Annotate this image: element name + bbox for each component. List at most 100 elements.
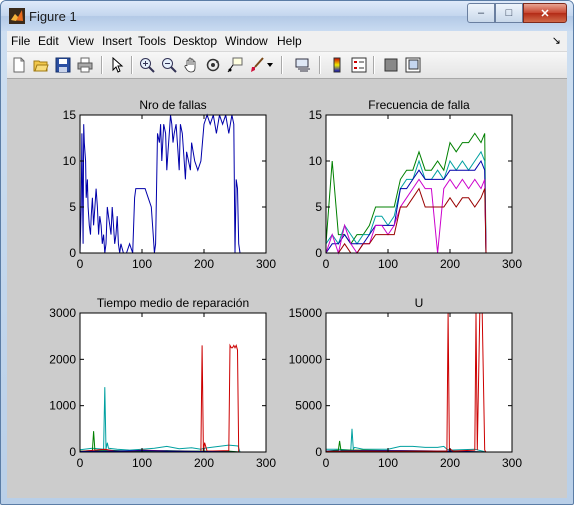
x-tick-label: 300 (502, 456, 522, 470)
chevron-down-icon (267, 63, 273, 67)
subplot-title: Frecuencia de falla (368, 98, 470, 112)
brush-button[interactable] (247, 55, 267, 75)
brush-icon (251, 57, 264, 72)
figure-toolbar (7, 52, 567, 79)
toolbar-separator (101, 56, 103, 74)
figure-window: Figure 1 – □ ✕ File Edit View Insert Too… (0, 0, 574, 505)
insert-legend-button[interactable] (349, 55, 369, 75)
title-bar[interactable]: Figure 1 – □ ✕ (1, 1, 573, 31)
toolbar-separator (281, 56, 283, 74)
subplot-title: Tiempo medio de reparación (97, 296, 249, 310)
maximize-icon: □ (505, 7, 513, 19)
rotate-icon (206, 58, 220, 72)
y-tick-label: 3000 (49, 306, 76, 320)
save-disk-icon (55, 57, 71, 73)
new-document-icon (13, 57, 25, 73)
brush-dropdown[interactable] (265, 55, 275, 75)
window-client-area: File Edit View Insert Tools Desktop Wind… (7, 31, 567, 498)
toolbar-separator (131, 56, 133, 74)
subplot-title: Nro de fallas (139, 98, 206, 112)
menu-file[interactable]: File (11, 34, 30, 48)
zoom-out-icon (162, 58, 177, 73)
rotate-3d-button[interactable] (203, 55, 223, 75)
menu-desktop[interactable]: Desktop (173, 34, 217, 48)
x-tick-label: 300 (502, 257, 522, 271)
menu-edit[interactable]: Edit (38, 34, 59, 48)
pan-button[interactable] (181, 55, 201, 75)
data-cursor-icon (227, 57, 243, 73)
y-tick-label: 10000 (289, 352, 323, 366)
colorbar-icon (333, 57, 341, 73)
x-tick-label: 200 (194, 456, 214, 470)
x-tick-label: 100 (378, 257, 398, 271)
dock-arrow-icon[interactable]: ↘ (552, 34, 561, 47)
minimize-button[interactable]: – (467, 3, 495, 23)
x-tick-label: 0 (77, 257, 84, 271)
hide-tools-icon (384, 58, 398, 72)
plots-area: Nro de fallas0 100 200 300051015Frecuencia … (49, 98, 522, 470)
save-figure-button[interactable] (53, 55, 73, 75)
print-figure-button[interactable] (75, 55, 95, 75)
link-icon (295, 58, 310, 72)
x-tick-label: 200 (440, 456, 460, 470)
y-tick-label: 10 (309, 154, 323, 168)
x-tick-label: 0 (323, 257, 330, 271)
show-tools-icon (405, 57, 421, 73)
open-file-button[interactable] (31, 55, 51, 75)
menu-view[interactable]: View (68, 34, 94, 48)
subplot-title: U (415, 296, 424, 310)
x-tick-label: 100 (378, 456, 398, 470)
x-tick-label: 100 (132, 456, 152, 470)
minimize-icon: – (477, 7, 485, 19)
figure-canvas: Nro de fallas 0 100 200 300 0 5 10 15 Frecuencia … (7, 79, 567, 498)
new-figure-button[interactable] (9, 55, 29, 75)
window-title: Figure 1 (29, 9, 77, 24)
y-tick-label: 10 (63, 154, 77, 168)
folder-open-icon (33, 60, 49, 72)
menu-window[interactable]: Window (225, 34, 268, 48)
window-controls: – □ ✕ (467, 3, 567, 23)
show-plot-tools-button[interactable] (403, 55, 423, 75)
x-tick-label: 300 (256, 456, 276, 470)
close-icon: ✕ (540, 7, 550, 20)
menu-tools[interactable]: Tools (138, 34, 166, 48)
legend-icon (351, 57, 367, 73)
zoom-out-button[interactable] (159, 55, 179, 75)
x-tick-label: 0 (77, 456, 84, 470)
y-tick-label: 0 (315, 445, 322, 459)
y-tick-label: 5000 (295, 399, 322, 413)
y-tick-label: 0 (69, 445, 76, 459)
y-tick-label: 0 (315, 246, 322, 260)
zoom-in-button[interactable] (137, 55, 157, 75)
y-tick-label: 15 (63, 108, 77, 122)
cursor-arrow-icon (112, 57, 124, 73)
menu-bar: File Edit View Insert Tools Desktop Wind… (7, 31, 567, 52)
y-tick-label: 15 (309, 108, 323, 122)
zoom-in-icon (140, 58, 155, 73)
y-tick-label: 5 (69, 200, 76, 214)
toolbar-separator (319, 56, 321, 74)
insert-colorbar-button[interactable] (327, 55, 347, 75)
hide-plot-tools-button[interactable] (381, 55, 401, 75)
y-tick-label: 5 (315, 200, 322, 214)
y-tick-label: 1000 (49, 399, 76, 413)
maximize-button[interactable]: □ (495, 3, 523, 23)
x-tick-label: 200 (194, 257, 214, 271)
y-tick-label: 2000 (49, 352, 76, 366)
menu-help[interactable]: Help (277, 34, 302, 48)
data-cursor-button[interactable] (225, 55, 245, 75)
close-button[interactable]: ✕ (523, 3, 567, 23)
y-tick-label: 15000 (289, 306, 323, 320)
x-tick-label: 0 (323, 456, 330, 470)
link-plot-button[interactable] (293, 55, 313, 75)
printer-icon (77, 57, 93, 73)
toolbar-separator (373, 56, 375, 74)
hand-icon (184, 57, 196, 73)
x-tick-label: 200 (440, 257, 460, 271)
matlab-logo-icon (9, 8, 25, 24)
x-tick-label: 300 (256, 257, 276, 271)
x-tick-label: 100 (132, 257, 152, 271)
menu-insert[interactable]: Insert (102, 34, 132, 48)
edit-plot-button[interactable] (107, 55, 127, 75)
y-tick-label: 0 (69, 246, 76, 260)
